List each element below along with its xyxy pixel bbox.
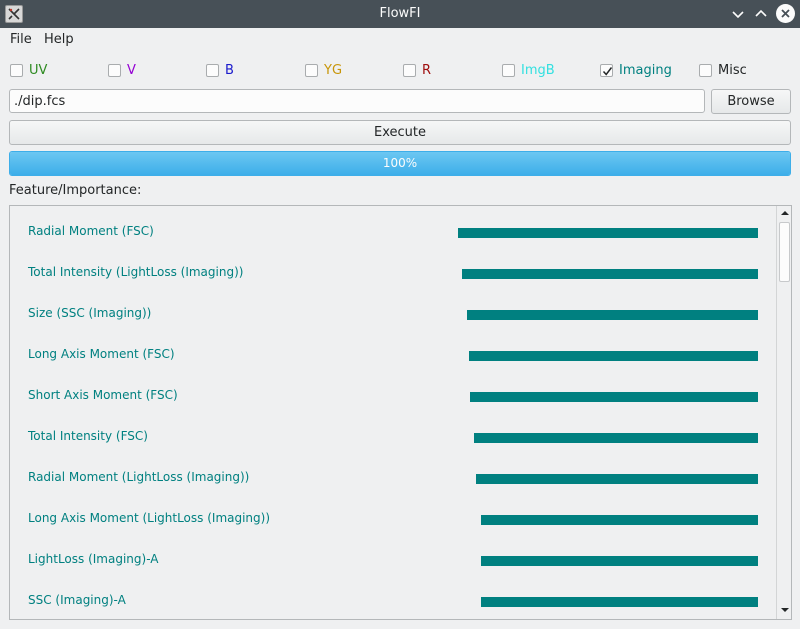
list-item: LightLoss (Imaging)-A	[10, 551, 775, 571]
arrow-down-icon[interactable]	[780, 605, 790, 615]
maximize-button[interactable]	[752, 5, 770, 23]
importance-bar	[458, 228, 758, 238]
scrollbar-thumb[interactable]	[779, 222, 790, 282]
feature-name: Total Intensity (LightLoss (Imaging))	[28, 265, 244, 279]
execute-button[interactable]: Execute	[9, 120, 791, 145]
close-button[interactable]	[776, 4, 795, 23]
feature-name: Long Axis Moment (LightLoss (Imaging))	[28, 511, 271, 525]
checkbox-box[interactable]	[502, 64, 515, 77]
importance-bar	[481, 515, 758, 525]
menu-help[interactable]: Help	[44, 32, 74, 47]
chevron-down-icon	[732, 11, 744, 19]
minimize-button[interactable]	[729, 5, 747, 23]
chevron-up-icon	[755, 9, 767, 17]
checkbox-box[interactable]	[305, 64, 318, 77]
progress-bar: 100%	[9, 151, 791, 176]
importance-bar	[476, 474, 758, 484]
arrow-up-icon[interactable]	[780, 208, 790, 218]
feature-name: Total Intensity (FSC)	[28, 429, 148, 443]
feature-name: Radial Moment (FSC)	[28, 224, 154, 238]
importance-bar	[469, 351, 758, 361]
feature-name: Size (SSC (Imaging))	[28, 306, 152, 320]
list-item: Radial Moment (FSC)	[10, 223, 775, 243]
close-icon	[781, 9, 790, 18]
importance-bar	[481, 556, 758, 566]
checkbox-box[interactable]	[108, 64, 121, 77]
importance-bar	[470, 392, 758, 402]
checkbox-label: Imaging	[619, 63, 672, 78]
checkbox-label: V	[127, 63, 136, 78]
feature-name: LightLoss (Imaging)-A	[28, 552, 159, 566]
list-item: SSC (Imaging)-A	[10, 592, 775, 612]
vertical-scrollbar[interactable]	[776, 206, 791, 619]
list-item: Total Intensity (LightLoss (Imaging))	[10, 264, 775, 284]
list-item: Total Intensity (FSC)	[10, 428, 775, 448]
checkbox-label: Misc	[718, 63, 747, 78]
menu-bar: File Help	[0, 28, 800, 52]
checkbox-box[interactable]	[699, 64, 712, 77]
checkbox-box[interactable]	[10, 64, 23, 77]
list-item: Long Axis Moment (FSC)	[10, 346, 775, 366]
checkbox-box[interactable]	[206, 64, 219, 77]
feature-name: Radial Moment (LightLoss (Imaging))	[28, 470, 250, 484]
list-item: Short Axis Moment (FSC)	[10, 387, 775, 407]
checkbox-label: B	[225, 63, 234, 78]
importance-bar	[467, 310, 758, 320]
checkbox-label: YG	[324, 63, 343, 78]
importance-bar	[481, 597, 758, 607]
feature-name: Short Axis Moment (FSC)	[28, 388, 178, 402]
progress-text: 100%	[382, 156, 418, 170]
list-item: Radial Moment (LightLoss (Imaging))	[10, 469, 775, 489]
feature-name: Long Axis Moment (FSC)	[28, 347, 175, 361]
window-title: FlowFI	[379, 6, 421, 21]
checkmark-icon	[602, 67, 613, 76]
feature-importance-list[interactable]: Radial Moment (FSC) Total Intensity (Lig…	[9, 205, 792, 620]
checkbox-box[interactable]	[403, 64, 416, 77]
checkbox-box[interactable]	[600, 64, 613, 77]
checkbox-label: R	[422, 63, 432, 78]
list-item: Size (SSC (Imaging))	[10, 305, 775, 325]
title-bar[interactable]: FlowFI	[0, 0, 800, 28]
feature-importance-heading: Feature/Importance:	[9, 183, 142, 198]
menu-file[interactable]: File	[10, 32, 32, 47]
importance-bar	[462, 269, 758, 279]
importance-bar	[474, 433, 758, 443]
channel-checkbox-row: UV V B YG R ImgB Imaging Misc	[0, 60, 800, 82]
checkbox-label: ImgB	[521, 63, 555, 78]
checkbox-label: UV	[29, 63, 48, 78]
list-item: Long Axis Moment (LightLoss (Imaging))	[10, 510, 775, 530]
file-path-input[interactable]	[9, 89, 705, 113]
feature-name: SSC (Imaging)-A	[28, 593, 126, 607]
browse-button[interactable]: Browse	[711, 89, 791, 114]
